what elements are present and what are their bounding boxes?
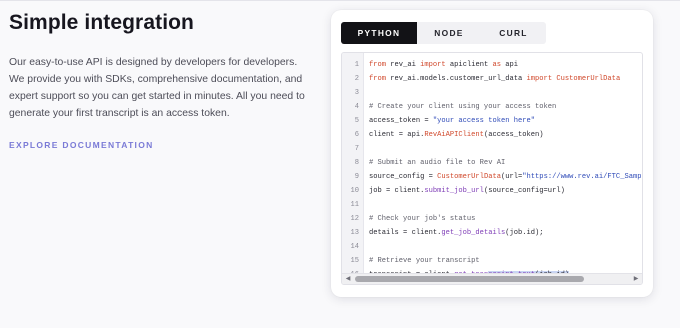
code-token: api (505, 61, 519, 69)
code-token: job = client. (369, 187, 425, 195)
code-token: access_token = (369, 117, 433, 125)
code-token: (access_token) (483, 131, 544, 139)
code-token: from (369, 61, 391, 69)
code-token: as (492, 61, 506, 69)
code-editor[interactable]: 1 from rev_ai import apiclient as api 2 fro… (341, 52, 643, 285)
tab-node[interactable]: NODE (417, 22, 481, 44)
code-token: CustomerUrlData (437, 173, 501, 181)
code-text: # Submit an audio file to Rev AI (369, 156, 505, 170)
code-text: from rev_ai.models.customer_url_data imp… (369, 72, 620, 86)
code-text: job = client.submit_job_url(source_confi… (369, 184, 565, 198)
line-number: 1 (354, 61, 359, 69)
code-token: # Submit an audio file to Rev AI (369, 159, 506, 167)
line-number: 12 (350, 215, 359, 223)
language-tabs: PYTHON NODE CURL (341, 22, 546, 44)
line-number: 9 (354, 173, 359, 181)
line-number: 11 (350, 201, 359, 209)
code-token: # Create your client using your access t… (369, 103, 557, 111)
line-number: 15 (350, 257, 359, 265)
code-token: submit_job_url (424, 187, 484, 195)
code-text: # Create your client using your access t… (369, 100, 556, 114)
code-token: (source_config=url) (483, 187, 565, 195)
code-sample-card: PYTHON NODE CURL 1 from rev_ai import api… (331, 10, 653, 297)
line-number: 3 (354, 89, 359, 97)
line-number: 5 (354, 117, 359, 125)
code-token: client = api. (369, 131, 425, 139)
line-number: 4 (354, 103, 359, 111)
code-text: source_config = CustomerUrlData(url="htt… (369, 170, 642, 184)
scroll-right-arrow-icon[interactable]: ▶ (631, 276, 641, 283)
line-number: 10 (350, 187, 359, 195)
code-token: # Check your job's status (369, 215, 476, 223)
code-token: import (526, 75, 557, 83)
line-number: 2 (354, 75, 359, 83)
explore-documentation-link[interactable]: EXPLORE DOCUMENTATION (9, 140, 154, 150)
code-token: from (369, 75, 391, 83)
line-number: 8 (354, 159, 359, 167)
scroll-left-arrow-icon[interactable]: ◀ (343, 276, 353, 283)
line-number: 6 (354, 131, 359, 139)
code-token: rev_ai.models.customer_url_data (390, 75, 527, 83)
code-token: import (420, 61, 450, 69)
code-token: source_config = (369, 173, 438, 181)
code-text: client = api.RevAiAPIClient(access_token… (369, 128, 544, 142)
tab-curl[interactable]: CURL (481, 22, 546, 44)
code-token: details = client. (369, 229, 442, 237)
code-text: # Check your job's status (369, 212, 475, 226)
code-token: rev_ai (390, 61, 421, 69)
code-token: "your access token here" (432, 117, 536, 125)
code-token: (job.id); (505, 229, 544, 237)
code-token: "https://www.rev.ai/FTC_Sample_1.mp3" (522, 173, 642, 181)
line-number: 13 (350, 229, 359, 237)
scrollbar-thumb[interactable] (355, 276, 584, 282)
code-token: RevAiAPIClient (424, 131, 484, 139)
code-token: get_job_details (441, 229, 506, 237)
intro-section: Simple integration Our easy-to-use API i… (9, 10, 314, 153)
code-text: # Retrieve your transcript (369, 254, 480, 268)
line-number: 14 (350, 243, 359, 251)
code-text: details = client.get_job_details(job.id)… (369, 226, 544, 240)
code-lines[interactable]: 1 from rev_ai import apiclient as api 2 fro… (342, 53, 642, 274)
code-token: # Retrieve your transcript (369, 257, 480, 265)
code-token: apiclient (449, 61, 493, 69)
code-token: CustomerUrlData (556, 75, 621, 83)
top-divider (0, 0, 680, 1)
section-heading: Simple integration (9, 11, 194, 34)
code-text: access_token = "your access token here" (369, 114, 535, 128)
code-token: (url= (500, 173, 523, 181)
horizontal-scrollbar[interactable]: ◀ ▶ (342, 273, 642, 284)
line-number: 7 (354, 145, 359, 153)
code-text: from rev_ai import apiclient as api (369, 58, 518, 72)
section-description: Our easy-to-use API is designed by devel… (9, 57, 305, 119)
tab-python[interactable]: PYTHON (341, 22, 417, 44)
